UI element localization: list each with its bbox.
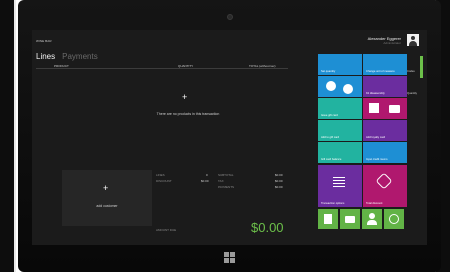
box-icon [326, 81, 336, 91]
rail-active-indicator [420, 56, 423, 78]
add-customer-label: add customer [96, 204, 118, 208]
total-label-discount: DISCOUNT [156, 179, 172, 183]
receipt-tile[interactable] [318, 209, 338, 229]
total-label-tax: TAX [218, 179, 224, 183]
total-label-payments: PAYMENTS [218, 185, 235, 189]
add-to-gift-card-label: Add to gift card [321, 136, 340, 139]
add-customer-plus-icon: + [103, 183, 109, 193]
lines-table-header: PRODUCT QUANTITY TOTAL (without tax) [36, 63, 288, 69]
change-unit-label: Change unit of measure [366, 70, 395, 73]
set-quantity-tile[interactable]: Set quantity [318, 54, 362, 75]
change-unit-tile[interactable]: Change unit of measure [363, 54, 407, 75]
rail-quantity[interactable]: Quantity [407, 92, 417, 95]
total-discount-tile[interactable]: Total discount [363, 165, 407, 207]
amount-due-label: AMOUNT DUE [156, 228, 177, 232]
receipt-icon [324, 214, 332, 224]
kit-disassembly-label: Kit disassembly [366, 92, 385, 95]
empty-transaction-message: There are no products in this transactio… [156, 112, 220, 116]
transaction-options-label: Transaction options [321, 202, 345, 205]
store-name: WINE BAR [36, 39, 52, 43]
total-value-subtotal: $0.00 [275, 173, 283, 177]
total-label-lines: LINES [156, 173, 165, 177]
input-credit-memo-tile[interactable]: Input credit memo [363, 142, 407, 163]
total-value-payments: $0.00 [275, 185, 283, 189]
total-value-lines: 0 [206, 173, 208, 177]
list-icon [333, 177, 345, 187]
avatar-body [409, 41, 417, 46]
avatar-head [411, 36, 415, 40]
set-quantity-label: Set quantity [321, 70, 336, 73]
customer-icon [369, 213, 375, 219]
customer-tile[interactable] [362, 209, 382, 229]
input-credit-memo-label: Input credit memo [366, 158, 388, 161]
pos-screen: WINE BAR Alexander Eggerer Administrator… [32, 30, 427, 245]
avatar[interactable] [407, 34, 419, 46]
transaction-options-tile[interactable]: Transaction options [318, 165, 362, 207]
add-loyalty-card-tile[interactable]: Add loyalty card [363, 120, 407, 141]
amount-due-value: $0.00 [251, 220, 284, 235]
boxes-tile[interactable] [318, 76, 362, 97]
card-payment-tile[interactable] [340, 209, 360, 229]
gift-card-balance-tile[interactable]: Gift card balance [318, 142, 362, 163]
rail-codes[interactable]: Codes [407, 70, 415, 73]
gift-box-tile[interactable] [363, 98, 407, 119]
column-product: PRODUCT [54, 64, 69, 68]
add-product-plus-icon[interactable]: + [182, 92, 187, 102]
total-discount-label: Total discount [366, 202, 383, 205]
card-icon [345, 216, 355, 223]
total-value-discount: $0.00 [201, 179, 209, 183]
column-quantity: QUANTITY [178, 64, 194, 68]
tag-icon [375, 172, 393, 190]
user-role: Administrator [383, 41, 401, 45]
totals-panel: LINES 0 DISCOUNT $0.00 SUBTOTAL $0.00 TA… [156, 173, 288, 203]
globe-tile[interactable] [384, 209, 404, 229]
box-icon-secondary [343, 84, 353, 94]
total-value-tax: $0.00 [275, 179, 283, 183]
issue-gift-card-tile[interactable]: Issue gift card [318, 98, 362, 119]
add-loyalty-card-label: Add loyalty card [366, 136, 386, 139]
column-total: TOTAL (without tax) [249, 64, 276, 68]
tablet-frame: WINE BAR Alexander Eggerer Administrator… [18, 0, 441, 272]
right-rail: Codes Quantity [407, 56, 423, 136]
tab-payments[interactable]: Payments [62, 52, 98, 61]
adjacent-device-left [0, 0, 16, 272]
transaction-tabs: Lines Payments [36, 52, 98, 61]
add-customer-button[interactable]: + add customer [62, 170, 152, 226]
globe-icon [389, 214, 399, 224]
gift-card-balance-label: Gift card balance [321, 158, 342, 161]
gift-icon [369, 103, 379, 113]
kit-disassembly-tile[interactable]: Kit disassembly [363, 76, 407, 97]
camera [227, 14, 233, 20]
customer-icon-body [367, 220, 377, 225]
issue-gift-card-label: Issue gift card [321, 114, 338, 117]
windows-button-icon[interactable] [224, 252, 235, 263]
add-to-gift-card-tile[interactable]: Add to gift card [318, 120, 362, 141]
card-icon [389, 105, 400, 113]
tab-lines[interactable]: Lines [36, 52, 55, 61]
total-label-subtotal: SUBTOTAL [218, 173, 234, 177]
